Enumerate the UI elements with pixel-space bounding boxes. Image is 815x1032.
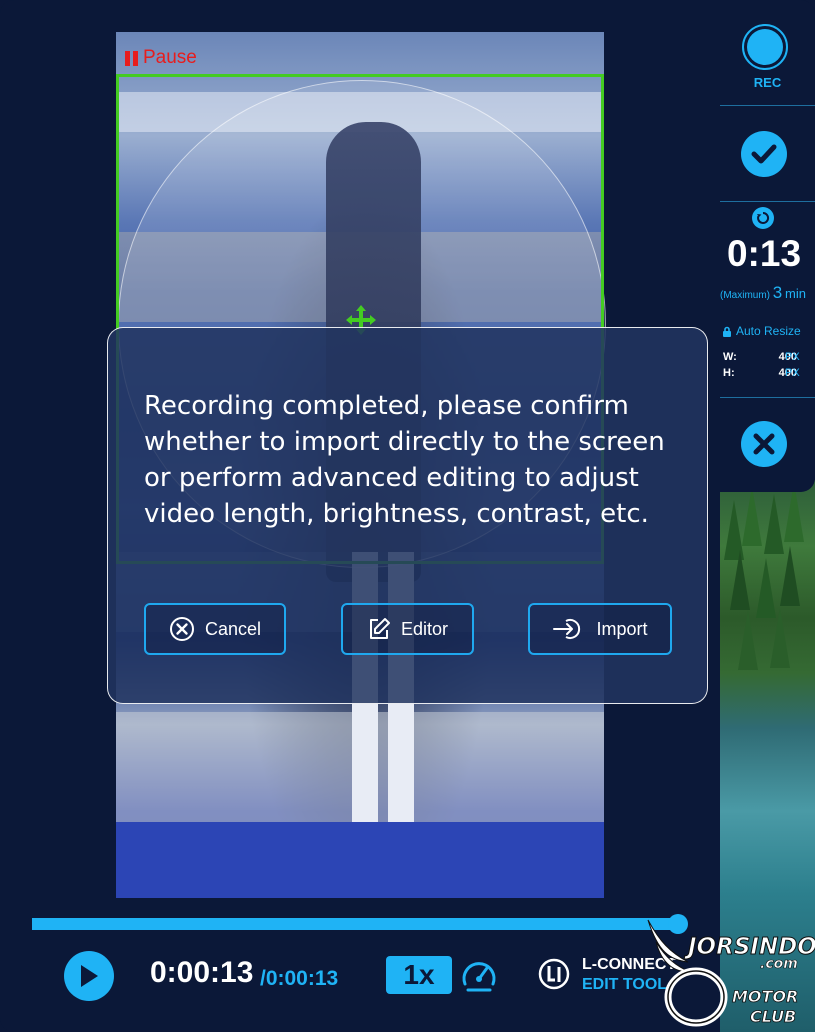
record-button[interactable] <box>742 24 788 70</box>
auto-resize-toggle[interactable]: Auto Resize <box>722 324 801 338</box>
record-label: REC <box>753 75 782 90</box>
divider <box>720 397 815 398</box>
dialog-message: Recording completed, please confirm whet… <box>144 391 665 529</box>
stage <box>116 822 604 898</box>
auto-resize-label: Auto Resize <box>736 324 801 338</box>
pause-button[interactable]: Pause <box>125 47 197 69</box>
import-icon <box>553 619 581 639</box>
divider <box>720 201 815 202</box>
jorsindo-watermark: JORSINDO .com MOTOR CLUB <box>647 919 815 1027</box>
speed-button[interactable]: 1x <box>386 956 452 994</box>
divider <box>720 105 815 106</box>
progress-bar[interactable] <box>32 918 680 930</box>
cancel-circle-x-icon <box>169 617 194 641</box>
width-unit: PX <box>785 351 800 363</box>
max-prefix: (Maximum) <box>720 290 770 301</box>
close-icon <box>753 433 775 455</box>
elapsed-time: 0:13 <box>726 233 802 274</box>
lock-icon <box>723 326 731 337</box>
cancel-label: Cancel <box>204 618 262 639</box>
close-button[interactable] <box>741 421 787 467</box>
max-unit: min <box>785 286 806 301</box>
total-time: /0:00:13 <box>260 967 339 990</box>
pause-label: Pause <box>143 47 197 68</box>
play-icon <box>81 965 98 987</box>
watermark-line2: .com <box>760 956 798 972</box>
max-value: 3 <box>772 283 783 302</box>
edit-icon <box>369 618 390 639</box>
height-unit: PX <box>785 367 800 379</box>
editor-label: Editor <box>400 618 449 639</box>
progress-fill <box>32 918 680 930</box>
watermark-line3: MOTOR <box>732 987 798 1006</box>
cancel-button[interactable]: Cancel <box>144 603 286 655</box>
current-time: 0:00:13 <box>150 956 254 989</box>
import-button[interactable]: Import <box>528 603 672 655</box>
confirm-dialog: Recording completed, please confirm whet… <box>107 327 708 704</box>
speedometer-icon[interactable] <box>460 957 498 993</box>
record-icon <box>747 29 783 65</box>
pause-icon <box>125 50 138 66</box>
l-connect-logo-icon <box>538 958 570 990</box>
play-button[interactable] <box>64 951 114 1001</box>
watermark-line4: CLUB <box>750 1007 796 1026</box>
width-label: W: <box>723 351 737 363</box>
max-duration: (Maximum) 3 min <box>720 283 806 303</box>
height-label: H: <box>723 367 735 379</box>
check-icon <box>751 144 777 164</box>
import-label: Import <box>596 618 648 639</box>
timer-reset-icon[interactable] <box>752 207 774 229</box>
editor-button[interactable]: Editor <box>341 603 474 655</box>
confirm-button[interactable] <box>741 131 787 177</box>
